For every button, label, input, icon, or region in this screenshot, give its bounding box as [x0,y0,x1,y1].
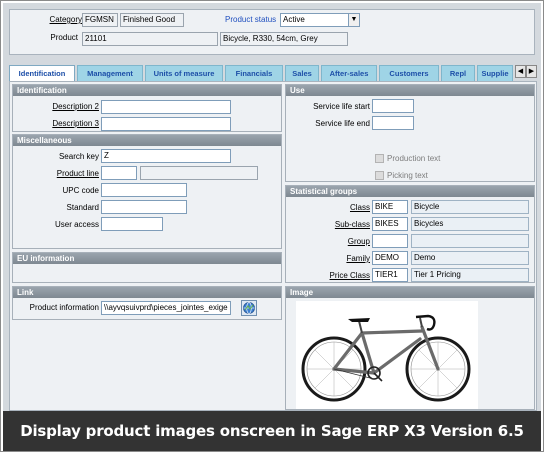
family-code-field[interactable]: DEMO [372,251,408,265]
production-text-checkbox[interactable] [375,154,384,163]
product-image [296,301,478,409]
standard-label: Standard [66,203,99,212]
screenshot-frame: Category FGMSN Finished Good Product sta… [0,0,544,452]
production-text-label: Production text [387,154,441,163]
sub-class-label[interactable]: Sub-class [290,220,370,229]
miscellaneous-panel-title: Miscellaneous [13,135,281,146]
image-panel-title: Image [286,287,534,298]
product-line-description [140,166,258,180]
upc-code-field[interactable] [101,183,187,197]
price-class-code-field[interactable]: TIER1 [372,268,408,282]
description3-label[interactable]: Description 3 [17,119,99,128]
description2-field[interactable] [101,100,231,114]
tab-financials[interactable]: Financials [225,65,283,81]
family-description: Demo [411,251,529,265]
tab-after-sales[interactable]: After-sales [321,65,377,81]
chevron-down-icon[interactable]: ▼ [348,14,359,26]
eu-information-panel: EU information [12,252,282,283]
product-code-field[interactable]: 21101 [82,32,218,46]
product-status-select[interactable]: Active ▼ [280,13,360,27]
product-line-label[interactable]: Product line [17,169,99,178]
description2-label[interactable]: Description 2 [17,102,99,111]
family-label[interactable]: Family [290,254,370,263]
category-description: Finished Good [120,13,184,27]
bicycle-image [301,314,471,402]
group-description [411,234,529,248]
service-life-end-label: Service life end [315,119,370,128]
identification-panel: Identification Description 2 Description… [12,84,282,132]
chevron-left-icon[interactable]: ◀ [515,65,526,78]
product-label: Product [50,33,78,42]
description3-field[interactable] [101,117,231,131]
product-window: Category FGMSN Finished Good Product sta… [3,3,541,411]
search-key-field[interactable]: Z [101,149,231,163]
product-description: Bicycle, R330, 54cm, Grey [220,32,348,46]
service-life-start-label: Service life start [313,102,370,111]
product-status-label: Product status [225,15,277,24]
product-status-value: Active [283,15,305,24]
group-code-field[interactable] [372,234,408,248]
tab-management[interactable]: Management [77,65,143,81]
tab-bar: Identification Management Units of measu… [9,65,537,82]
price-class-label[interactable]: Price Class [290,271,370,280]
picking-text-label: Picking text [387,171,428,180]
standard-field[interactable] [101,200,187,214]
identification-tab-content: Identification Description 2 Description… [9,81,537,411]
product-information-field[interactable]: \\ayvqsuivprd\pieces_jointes_exige [101,301,231,315]
class-code-field[interactable]: BIKE [372,200,408,214]
caption-banner: Display product images onscreen in Sage … [3,411,541,451]
tab-sales[interactable]: Sales [285,65,319,81]
sub-class-code-field[interactable]: BIKES [372,217,408,231]
category-code-field[interactable]: FGMSN [82,13,118,27]
group-label[interactable]: Group [290,237,370,246]
tab-customers[interactable]: Customers [379,65,439,81]
tab-repl[interactable]: Repl [441,65,475,81]
picking-text-checkbox[interactable] [375,171,384,180]
identification-panel-title: Identification [13,85,281,96]
search-key-label: Search key [58,152,99,161]
chevron-right-icon[interactable]: ▶ [526,65,537,78]
price-class-description: Tier 1 Pricing [411,268,529,282]
statistical-groups-panel: Statistical groups Class BIKE Bicycle Su… [285,185,535,283]
class-description: Bicycle [411,200,529,214]
sub-class-description: Bicycles [411,217,529,231]
category-label[interactable]: Category [20,15,82,24]
product-information-label: Product information [29,303,99,312]
link-panel-title: Link [13,287,281,298]
user-access-label: User access [54,220,99,229]
link-panel: Link Product information \\ayvqsuivprd\p… [12,286,282,320]
user-access-field[interactable] [101,217,163,231]
use-panel-title: Use [286,85,534,96]
product-line-field[interactable] [101,166,137,180]
product-header: Category FGMSN Finished Good Product sta… [9,9,535,55]
tab-suppliers[interactable]: Supplie [477,65,513,81]
service-life-end-field[interactable] [372,116,414,130]
image-panel: Image [285,286,535,410]
class-label[interactable]: Class [290,203,370,212]
miscellaneous-panel: Miscellaneous Search key Z Product line … [12,134,282,249]
statistical-groups-panel-title: Statistical groups [286,186,534,197]
use-panel: Use Service life start Service life end … [285,84,535,182]
tab-identification[interactable]: Identification [9,65,75,82]
upc-code-label: UPC code [62,186,99,195]
tab-units-of-measure[interactable]: Units of measure [145,65,223,81]
service-life-start-field[interactable] [372,99,414,113]
globe-icon[interactable] [241,300,257,316]
eu-information-panel-title: EU information [13,253,281,264]
